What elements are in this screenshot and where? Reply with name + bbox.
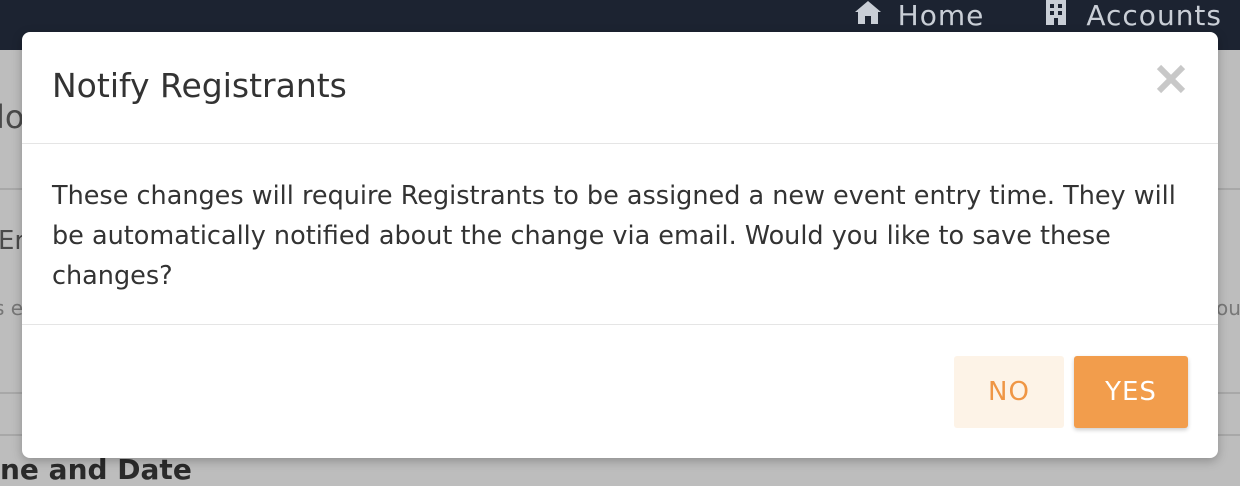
modal-footer: NO YES [22, 325, 1218, 457]
nav-accounts[interactable]: Accounts [1042, 0, 1222, 32]
bg-text-fragment: lo [0, 98, 25, 136]
nav-home-label: Home [897, 0, 985, 32]
modal-header: Notify Registrants [22, 32, 1218, 144]
modal-message: These changes will require Registrants t… [52, 181, 1176, 291]
top-nav: Home Accounts [854, 0, 1222, 32]
notify-registrants-modal: Notify Registrants These changes will re… [22, 32, 1218, 458]
bg-text-fragment: s e [0, 296, 24, 320]
building-icon [1042, 0, 1070, 32]
close-icon [1154, 64, 1188, 100]
nav-home[interactable]: Home [854, 0, 985, 32]
no-button[interactable]: NO [954, 356, 1064, 428]
yes-button[interactable]: YES [1074, 356, 1188, 428]
nav-accounts-label: Accounts [1086, 0, 1222, 32]
close-button[interactable] [1154, 62, 1188, 96]
modal-title: Notify Registrants [52, 66, 347, 105]
bg-text-fragment: ou [1216, 296, 1240, 320]
modal-body: These changes will require Registrants t… [22, 144, 1218, 325]
home-icon [854, 0, 882, 32]
